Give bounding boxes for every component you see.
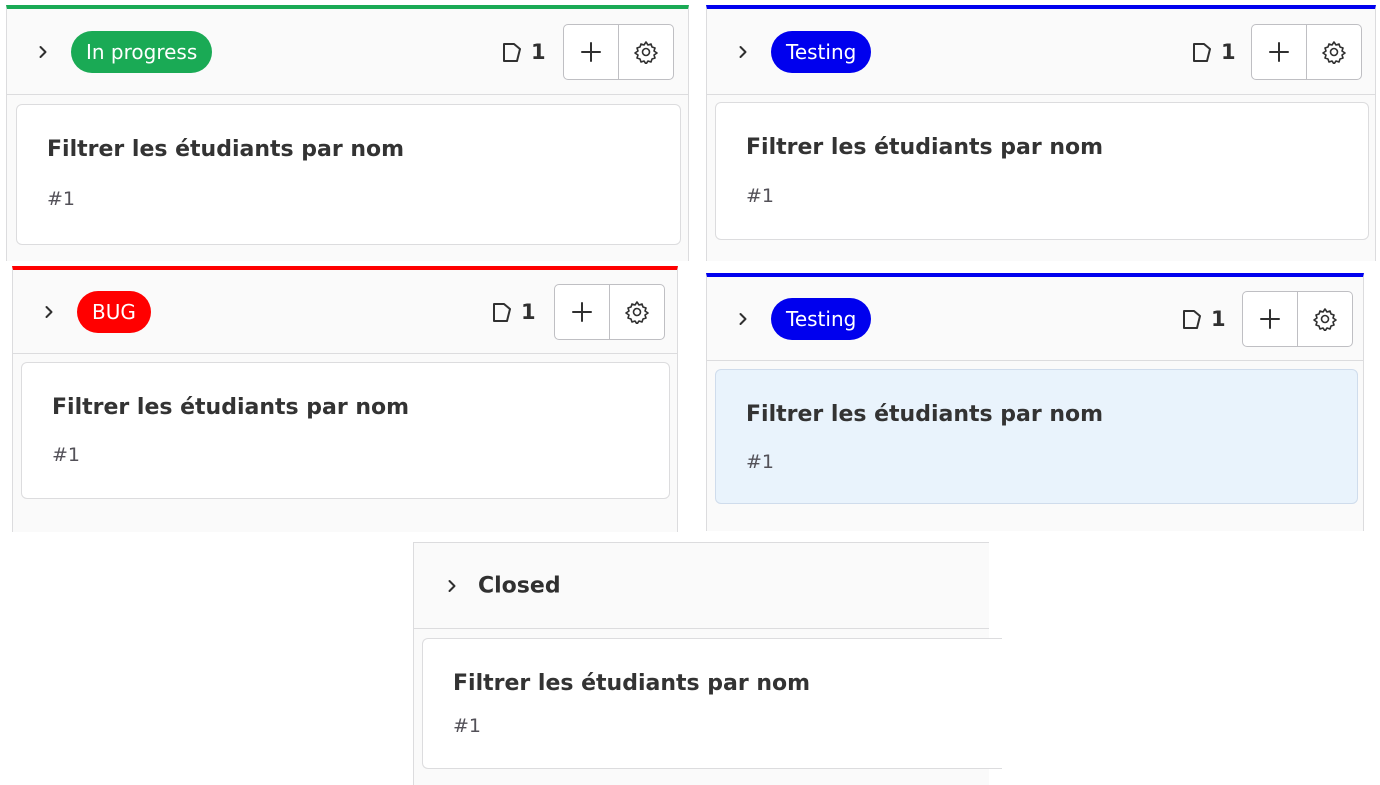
plus-icon	[572, 301, 592, 322]
gear-icon	[634, 40, 658, 64]
chevron-right-icon[interactable]	[41, 304, 57, 320]
list-actions	[1242, 290, 1353, 347]
issue-title[interactable]: Filtrer les étudiants par nom	[52, 395, 409, 420]
issue-count-icon	[493, 302, 511, 322]
issue-card[interactable]: Filtrer les étudiants par nom #1	[715, 102, 1369, 240]
issue-count-value: 1	[1221, 39, 1236, 64]
plus-icon	[581, 41, 601, 62]
board-list-in-progress: In progress 1 Filtrer les étudiants par …	[6, 5, 689, 261]
issue-card-selected[interactable]: Filtrer les étudiants par nom #1	[715, 369, 1358, 504]
list-settings-button[interactable]	[1306, 24, 1361, 79]
list-settings-button[interactable]	[618, 24, 673, 79]
chevron-right-icon[interactable]	[735, 44, 751, 60]
list-settings-button[interactable]	[609, 284, 664, 339]
add-issue-button[interactable]	[564, 25, 618, 79]
issue-reference: #1	[746, 451, 775, 473]
issue-card[interactable]: Filtrer les étudiants par nom #1	[21, 362, 670, 499]
issue-title[interactable]: Filtrer les étudiants par nom	[453, 671, 810, 696]
gear-icon	[1313, 307, 1337, 331]
list-header: In progress 1	[7, 9, 688, 95]
list-label-badge[interactable]: BUG	[77, 290, 151, 333]
plus-icon	[1260, 308, 1280, 329]
issue-reference: #1	[52, 444, 81, 466]
list-header: BUG 1	[13, 270, 677, 354]
board-list-bug: BUG 1 Filtrer les étudiants par nom #1	[12, 266, 678, 532]
list-label-badge[interactable]: Testing	[771, 297, 872, 340]
add-issue-button[interactable]	[1252, 25, 1306, 79]
list-actions	[1251, 23, 1362, 80]
issue-count-icon	[1183, 309, 1201, 329]
issue-count-value: 1	[1211, 306, 1226, 331]
issue-count-value: 1	[521, 299, 536, 324]
issue-count: 1	[1181, 307, 1226, 331]
list-title[interactable]: Closed	[478, 573, 561, 598]
chevron-right-icon[interactable]	[35, 44, 51, 60]
add-issue-button[interactable]	[1243, 292, 1297, 346]
list-header: Testing 1	[707, 9, 1375, 95]
chevron-right-icon[interactable]	[444, 578, 460, 594]
issue-count-icon	[503, 42, 521, 62]
board-list-testing: Testing 1 Filtrer les étudiants par nom …	[706, 273, 1364, 531]
list-label-badge[interactable]: Testing	[771, 30, 872, 73]
issue-count-icon	[1193, 42, 1211, 62]
issue-card[interactable]: Filtrer les étudiants par nom #1	[16, 104, 681, 245]
board-list-closed: Closed Filtrer les étudiants par nom #1	[413, 542, 1002, 785]
issue-title[interactable]: Filtrer les étudiants par nom	[47, 137, 404, 162]
issue-title[interactable]: Filtrer les étudiants par nom	[746, 402, 1103, 427]
issue-count: 1	[501, 40, 546, 64]
board-list-testing: Testing 1 Filtrer les étudiants par nom …	[706, 5, 1376, 261]
issue-count: 1	[1191, 40, 1236, 64]
issue-reference: #1	[453, 715, 482, 737]
list-label-badge[interactable]: In progress	[71, 30, 213, 73]
issue-title[interactable]: Filtrer les étudiants par nom	[746, 135, 1103, 160]
list-header: Testing 1	[707, 277, 1363, 361]
issue-count: 1	[491, 300, 536, 324]
issue-reference: #1	[746, 185, 775, 207]
gear-icon	[1322, 40, 1346, 64]
list-header: Closed	[414, 543, 989, 629]
list-actions	[563, 23, 674, 80]
gear-icon	[625, 300, 649, 324]
issue-count-value: 1	[531, 39, 546, 64]
issue-card[interactable]: Filtrer les étudiants par nom #1	[422, 638, 1002, 769]
list-actions	[554, 283, 665, 340]
issue-reference: #1	[47, 188, 76, 210]
plus-icon	[1269, 41, 1289, 62]
list-settings-button[interactable]	[1297, 291, 1352, 346]
chevron-right-icon[interactable]	[735, 311, 751, 327]
add-issue-button[interactable]	[555, 285, 609, 339]
